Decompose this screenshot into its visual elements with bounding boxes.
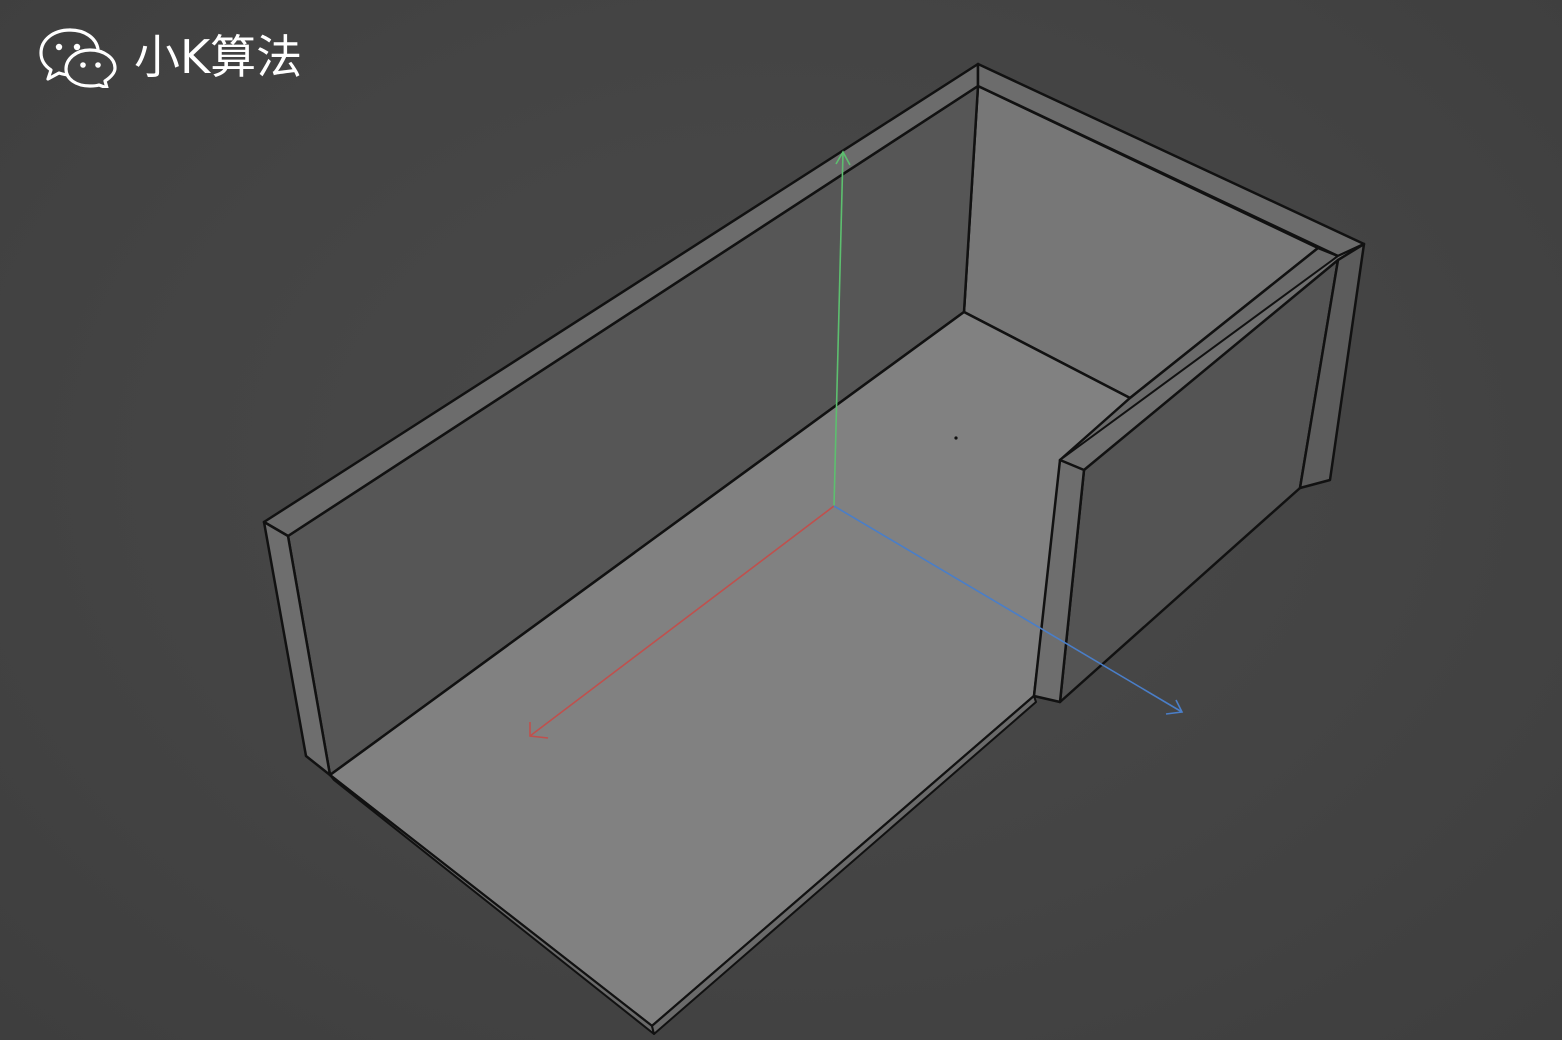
watermark-text: 小K算法 [134, 30, 303, 84]
scene-canvas[interactable] [0, 0, 1562, 1040]
room-model[interactable] [262, 62, 1366, 1035]
watermark: 小K算法 [38, 24, 302, 90]
wechat-icon [39, 28, 117, 88]
pivot-dot [954, 436, 958, 440]
3d-viewport[interactable]: 小K算法 [0, 0, 1562, 1040]
